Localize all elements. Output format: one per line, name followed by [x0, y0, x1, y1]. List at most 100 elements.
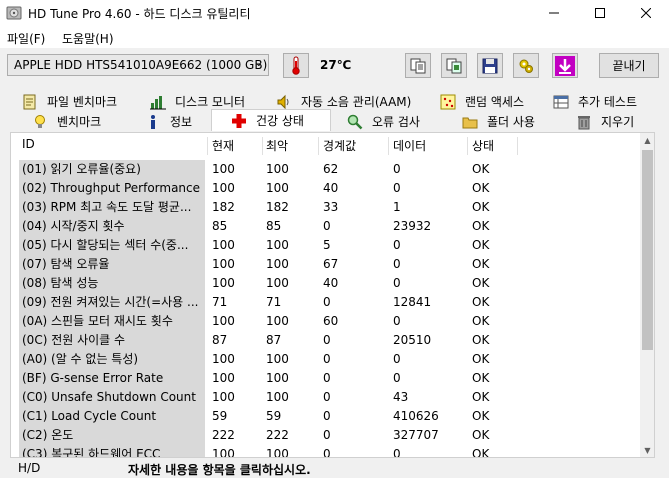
cell-current: 100 [212, 181, 235, 195]
tab-label: 건강 상태 [256, 114, 304, 128]
disk-monitor-icon [150, 94, 166, 110]
table-row[interactable]: (02) Throughput Performance 100 100 40 0… [11, 179, 641, 198]
table-row[interactable]: (BF) G-sense Error Rate 100 100 0 0 OK [11, 369, 641, 388]
cell-data: 410626 [393, 409, 439, 423]
cell-threshold: 0 [323, 428, 331, 442]
table-row[interactable]: (0A) 스핀들 모터 재시도 횟수 100 100 60 0 OK [11, 312, 641, 331]
temperature-value: 27℃ [320, 58, 352, 72]
cell-id: (0C) 전원 사이클 수 [19, 331, 205, 350]
table-row[interactable]: (04) 시작/중지 횟수 85 85 0 23932 OK [11, 217, 641, 236]
cell-status: OK [472, 428, 490, 442]
temperature-button[interactable] [283, 53, 309, 78]
tab-info[interactable]: 정보 [145, 112, 192, 131]
cell-data: 0 [393, 181, 401, 195]
cell-worst: 71 [266, 295, 282, 309]
tab-extra-tests[interactable]: 추가 테스트 [553, 92, 637, 111]
cell-current: 222 [212, 428, 235, 442]
table-row[interactable]: (08) 탐색 성능 100 100 40 0 OK [11, 274, 641, 293]
copy-text-icon [410, 58, 426, 73]
cell-id: (01) 읽기 오류율(중요) [19, 160, 205, 179]
scroll-up-icon[interactable]: ▲ [640, 133, 654, 148]
tab-folder-usage[interactable]: 폴더 사용 [462, 112, 535, 131]
download-button[interactable] [552, 53, 578, 78]
extra-tests-icon [553, 94, 569, 110]
tab-health[interactable]: 건강 상태 [211, 109, 331, 131]
scrollbar-thumb[interactable] [642, 150, 653, 350]
menu-file[interactable]: 파일(F) [7, 30, 45, 47]
cell-id: (C0) Unsafe Shutdown Count [19, 388, 205, 407]
column-header-threshold[interactable]: 경계값 [323, 137, 356, 154]
cell-worst: 100 [266, 371, 289, 385]
cell-data: 1 [393, 200, 401, 214]
cell-data: 20510 [393, 333, 432, 347]
cell-id: (03) RPM 최고 속도 도달 평균... [19, 198, 205, 217]
drive-select[interactable]: APPLE HDD HTS541010A9E662 (1000 GB) ⌄ [7, 54, 269, 76]
copy-screenshot-icon [446, 58, 462, 73]
maximize-icon[interactable] [577, 0, 623, 26]
tab-error-scan[interactable]: 오류 검사 [347, 112, 420, 131]
status-prefix: H/D [18, 461, 41, 475]
column-divider [388, 137, 389, 155]
cell-status: OK [472, 447, 490, 458]
menu-bar: 파일(F) 도움말(H) [0, 26, 669, 48]
cell-status: OK [472, 314, 490, 328]
table-row[interactable]: (C3) 복구된 하드웨어 ECC 100 100 0 0 OK [11, 445, 641, 458]
exit-button[interactable]: 끝내기 [599, 53, 659, 78]
cell-status: OK [472, 181, 490, 195]
tab-erase[interactable]: 지우기 [576, 112, 634, 131]
cell-status: OK [472, 295, 490, 309]
health-cross-icon [231, 113, 247, 129]
column-header-data[interactable]: 데이터 [393, 137, 426, 154]
cell-data: 0 [393, 447, 401, 458]
cell-id: (BF) G-sense Error Rate [19, 369, 205, 388]
vertical-scrollbar[interactable]: ▲ ▼ [640, 133, 654, 457]
magnifier-icon [347, 114, 363, 130]
window-title: HD Tune Pro 4.60 - 하드 디스크 유틸리티 [28, 7, 251, 21]
cell-id: (C2) 온도 [19, 426, 205, 445]
cell-status: OK [472, 371, 490, 385]
cell-data: 43 [393, 390, 409, 404]
menu-help[interactable]: 도움말(H) [62, 30, 114, 47]
close-icon[interactable] [623, 0, 669, 26]
minimize-icon[interactable] [531, 0, 577, 26]
thermometer-icon [292, 56, 300, 75]
cell-data: 0 [393, 352, 401, 366]
table-row[interactable]: (C2) 온도 222 222 0 327707 OK [11, 426, 641, 445]
column-header-current[interactable]: 현재 [212, 137, 234, 154]
cell-current: 100 [212, 162, 235, 176]
hdtune-app-icon [6, 6, 22, 20]
table-row[interactable]: (01) 읽기 오류율(중요) 100 100 62 0 OK [11, 160, 641, 179]
cell-current: 100 [212, 314, 235, 328]
cell-threshold: 62 [323, 162, 339, 176]
tab-label: 파일 벤치마크 [47, 95, 118, 109]
column-header-worst[interactable]: 최악 [266, 137, 288, 154]
options-button[interactable] [513, 53, 539, 78]
tab-benchmark[interactable]: 벤치마크 [32, 112, 101, 131]
floppy-disk-icon [482, 58, 498, 73]
cell-threshold: 5 [323, 238, 331, 252]
cell-current: 100 [212, 390, 235, 404]
tab-random-access[interactable]: 랜덤 액세스 [440, 92, 524, 111]
copy-text-button[interactable] [405, 53, 431, 78]
table-row[interactable]: (07) 탐색 오류율 100 100 67 0 OK [11, 255, 641, 274]
table-row[interactable]: (A0) (알 수 없는 특성) 100 100 0 0 OK [11, 350, 641, 369]
table-row[interactable]: (09) 전원 켜져있는 시간(=사용 ... 71 71 0 12841 OK [11, 293, 641, 312]
cell-threshold: 40 [323, 276, 339, 290]
table-row[interactable]: (0C) 전원 사이클 수 87 87 0 20510 OK [11, 331, 641, 350]
cell-worst: 100 [266, 181, 289, 195]
toolbar: APPLE HDD HTS541010A9E662 (1000 GB) ⌄ 27… [0, 48, 669, 86]
cell-id: (08) 탐색 성능 [19, 274, 205, 293]
copy-screenshot-button[interactable] [441, 53, 467, 78]
tab-file-benchmark[interactable]: 파일 벤치마크 [22, 92, 117, 111]
cell-status: OK [472, 257, 490, 271]
table-row[interactable]: (C0) Unsafe Shutdown Count 100 100 0 43 … [11, 388, 641, 407]
table-row[interactable]: (03) RPM 최고 속도 도달 평균... 182 182 33 1 OK [11, 198, 641, 217]
scroll-down-icon[interactable]: ▼ [640, 443, 654, 457]
column-header-id[interactable]: ID [22, 137, 35, 151]
table-row[interactable]: (C1) Load Cycle Count 59 59 0 410626 OK [11, 407, 641, 426]
cell-status: OK [472, 352, 490, 366]
save-button[interactable] [477, 53, 503, 78]
table-row[interactable]: (05) 다시 할당되는 섹터 수(중... 100 100 5 0 OK [11, 236, 641, 255]
cell-current: 100 [212, 257, 235, 271]
column-header-status[interactable]: 상태 [472, 137, 494, 154]
